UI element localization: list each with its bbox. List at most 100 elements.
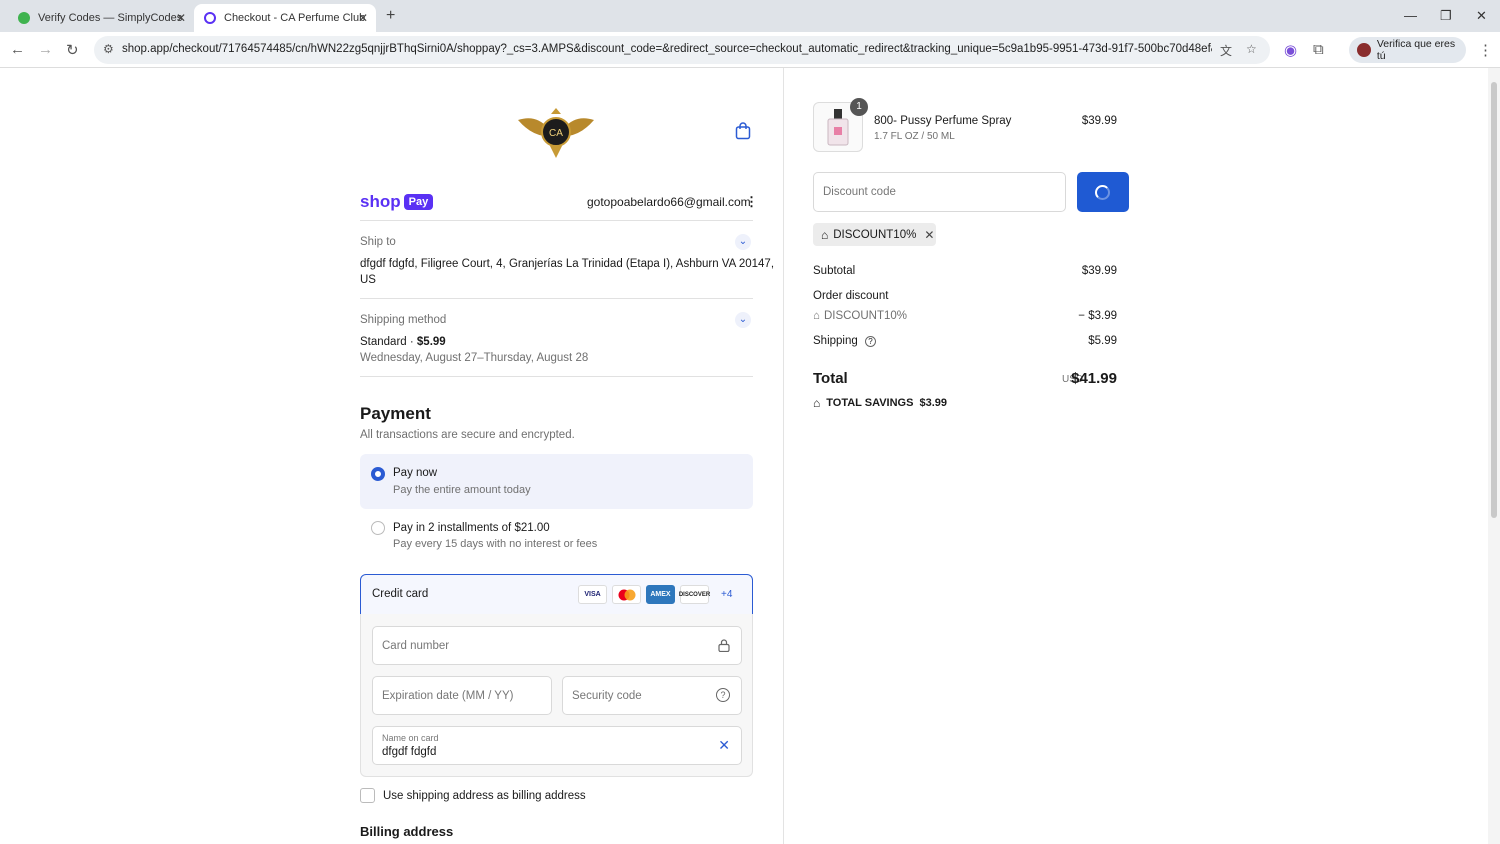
total-savings: ⌂ TOTAL SAVINGS $3.99 (813, 396, 947, 410)
tag-icon: ⌂ (813, 396, 821, 410)
url-text: shop.app/checkout/71764574485/cn/hWN22zg… (122, 43, 1212, 55)
billing-same-label[interactable]: Use shipping address as billing address (383, 788, 586, 804)
more-card-brands: +4 (721, 589, 733, 600)
pay-now-subtitle: Pay the entire amount today (393, 484, 531, 496)
tab-title: Verify Codes — SimplyCodes (38, 12, 183, 24)
product-price: $39.99 (1081, 115, 1117, 127)
subtotal-value: $39.99 (1081, 265, 1117, 277)
page-scrollbar[interactable] (1488, 68, 1500, 844)
card-number-field[interactable]: Card number (372, 626, 742, 665)
ca-perfume-logo: CA (518, 108, 594, 158)
credit-card-option[interactable]: Credit card VISA AMEX DISCOVER +4 (360, 574, 753, 615)
installments-subtitle: Pay every 15 days with no interest or fe… (393, 538, 598, 550)
account-menu-icon[interactable]: ⋮ (745, 194, 758, 210)
checkout-page: CA shop Pay gotopoabelardo66@gmail.com ⋮… (0, 68, 1488, 844)
discover-icon: DISCOVER (679, 585, 710, 604)
restore-icon[interactable]: ❐ (1440, 8, 1452, 24)
shipping-method-chevron-down-icon[interactable]: ⌄ (735, 312, 751, 328)
discount-code-placeholder: Discount code (823, 186, 896, 198)
forward-icon[interactable]: → (38, 41, 53, 58)
shop-pay-logo: shop Pay (360, 192, 434, 212)
browser-toolbar: ← → ↻ ⚙ shop.app/checkout/71764574485/cn… (0, 32, 1500, 68)
remove-discount-icon[interactable]: ✕ (924, 228, 934, 242)
ship-to-chevron-down-icon[interactable]: ⌄ (735, 234, 751, 250)
loading-spinner-icon (1095, 185, 1110, 200)
tag-icon: ⌂ (813, 310, 820, 322)
name-on-card-field[interactable]: Name on card dfgdf fdgfd ✕ (372, 726, 742, 765)
payment-heading: Payment (360, 404, 431, 423)
extensions-puzzle-icon[interactable]: ⧉ (1313, 41, 1324, 58)
extension-icon[interactable]: ◉ (1284, 41, 1297, 59)
amex-icon: AMEX (646, 585, 675, 604)
pay-now-radio[interactable] (371, 467, 385, 481)
shipping-label: Shipping ? (813, 335, 876, 347)
subtotal-label: Subtotal (813, 265, 856, 277)
product-name: 800- Pussy Perfume Spray (874, 115, 1012, 127)
tab-title: Checkout - CA Perfume Club (224, 12, 366, 24)
payment-subtitle: All transactions are secure and encrypte… (360, 429, 575, 441)
profile-button[interactable]: Verifica que eres tú (1349, 37, 1466, 63)
savings-value: $3.99 (919, 397, 947, 409)
lock-icon (718, 639, 730, 652)
divider (360, 220, 753, 221)
billing-same-checkbox[interactable] (360, 788, 375, 803)
security-code-field[interactable]: Security code ? (562, 676, 742, 715)
discount-code-input[interactable]: Discount code (813, 172, 1066, 212)
installments-title[interactable]: Pay in 2 installments of $21.00 (393, 522, 550, 534)
shipping-method-label: Shipping method (360, 314, 447, 326)
account-email: gotopoabelardo66@gmail.com (587, 195, 751, 209)
close-tab-icon[interactable]: ✕ (358, 11, 368, 25)
pay-now-option[interactable] (360, 454, 753, 509)
reload-icon[interactable]: ↻ (66, 41, 79, 59)
browser-tabbar: Verify Codes — SimplyCodes ✕ Checkout - … (0, 0, 1500, 32)
product-variant: 1.7 FL OZ / 50 ML (874, 131, 955, 142)
pay-badge: Pay (403, 194, 434, 210)
clear-icon[interactable]: ✕ (718, 737, 730, 754)
expiration-date-field[interactable]: Expiration date (MM / YY) (372, 676, 552, 715)
avatar (1357, 43, 1371, 57)
shopping-bag-icon[interactable] (735, 122, 751, 140)
translate-icon[interactable]: 文 (1220, 42, 1232, 59)
quantity-badge: 1 (850, 98, 868, 116)
minimize-icon[interactable]: — (1404, 8, 1417, 23)
logo-text: CA (549, 128, 563, 139)
ship-to-country: US (360, 274, 376, 286)
name-on-card-value: dfgdf fdgfd (382, 746, 437, 758)
ship-to-address: dfgdf fdgfd, Filigree Court, 4, Granjerí… (360, 258, 775, 270)
back-icon[interactable]: ← (10, 41, 25, 58)
close-window-icon[interactable]: ✕ (1476, 8, 1487, 24)
installments-radio[interactable] (371, 521, 385, 535)
credit-card-fields: Card number Expiration date (MM / YY) Se… (360, 614, 753, 777)
shipping-help-icon[interactable]: ? (864, 336, 876, 347)
visa-icon: VISA (578, 585, 607, 604)
expiration-placeholder: Expiration date (MM / YY) (382, 690, 514, 702)
ship-to-label: Ship to (360, 236, 396, 248)
shop-wordmark: shop (360, 192, 401, 211)
url-bar[interactable]: ⚙ shop.app/checkout/71764574485/cn/hWN22… (94, 36, 1270, 64)
close-tab-icon[interactable]: ✕ (176, 11, 186, 25)
site-info-icon[interactable]: ⚙ (103, 42, 114, 56)
pay-now-title: Pay now (393, 467, 438, 479)
menu-kebab-icon[interactable]: ⋮ (1478, 41, 1493, 59)
simplycodes-favicon-icon (18, 12, 30, 24)
tag-icon: ⌂ (821, 227, 829, 242)
mastercard-icon (612, 585, 641, 604)
tab-checkout[interactable]: Checkout - CA Perfume Club ✕ (194, 4, 376, 32)
scrollbar-thumb[interactable] (1491, 82, 1497, 518)
order-discount-label: Order discount (813, 290, 889, 302)
tab-verify-codes[interactable]: Verify Codes — SimplyCodes ✕ (8, 4, 194, 32)
discount-amount: − $3.99 (1078, 310, 1117, 322)
divider (360, 376, 753, 377)
shipping-dates: Wednesday, August 27–Thursday, August 28 (360, 352, 589, 364)
shipping-value: $5.99 (1088, 335, 1117, 347)
billing-address-heading: Billing address (360, 824, 454, 839)
credit-card-label: Credit card (372, 588, 429, 600)
apply-discount-button[interactable] (1077, 172, 1129, 212)
applied-discount-chip: ⌂ DISCOUNT10% ✕ (813, 223, 936, 246)
savings-label: TOTAL SAVINGS (826, 397, 914, 409)
total-label: Total (813, 370, 848, 387)
new-tab-icon[interactable]: + (386, 7, 395, 25)
bookmark-star-icon[interactable]: ☆ (1246, 42, 1257, 56)
card-number-placeholder: Card number (382, 640, 450, 652)
help-question-icon[interactable]: ? (716, 688, 730, 702)
